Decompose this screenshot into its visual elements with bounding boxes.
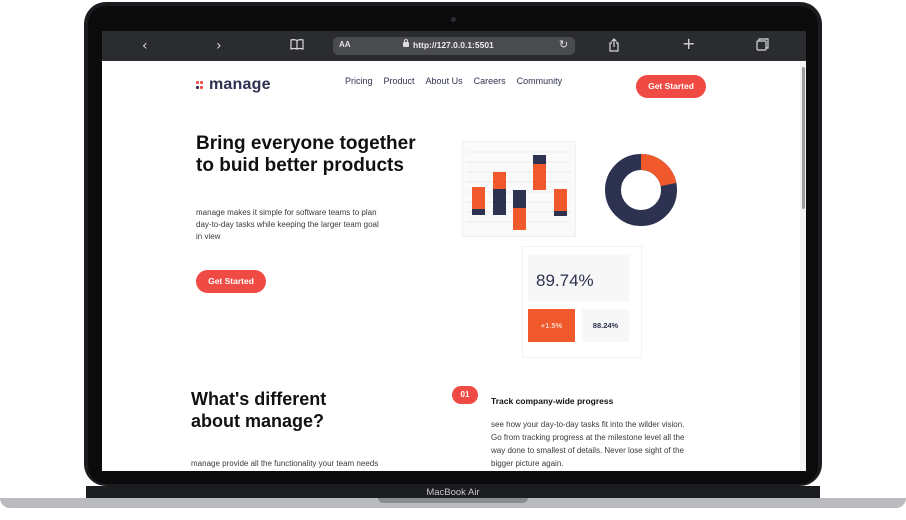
diff-title-line1: What's different <box>191 389 327 409</box>
stat-percentage: 89.74% <box>536 271 594 290</box>
hero-desc-line2: day-to-day tasks while keeping the large… <box>196 220 379 229</box>
device-label: MacBook Air <box>426 487 480 498</box>
nav-careers[interactable]: Careers <box>474 76 506 86</box>
illustration-bar-graphic <box>467 151 571 230</box>
scrollbar-thumb[interactable] <box>802 67 805 209</box>
back-icon[interactable]: ‹ <box>142 38 148 54</box>
stat-secondary: 88.24% <box>582 309 629 342</box>
hero-title-line1: Bring everyone together <box>196 133 416 154</box>
stat-change: +1.5% <box>528 309 575 342</box>
laptop-base: MacBook Air <box>0 486 906 520</box>
web-page: manage Pricing Product About Us Careers … <box>102 61 806 471</box>
forward-icon[interactable]: › <box>216 38 222 54</box>
hero-desc-line1: manage makes it simple for software team… <box>196 208 377 217</box>
feature-desc-line2: Go from tracking progress at the milesto… <box>491 433 685 442</box>
illustration-bar-card <box>462 141 576 237</box>
lock-icon <box>403 39 409 47</box>
new-tab-icon[interactable]: + <box>682 36 695 52</box>
hero-desc-line3: in view <box>196 232 221 241</box>
nav-about-us[interactable]: About Us <box>426 76 463 86</box>
tabs-overview-icon[interactable] <box>756 38 769 55</box>
hero-get-started-button[interactable]: Get Started <box>196 270 266 293</box>
logo-mark-icon <box>196 80 203 90</box>
laptop-opening-notch <box>378 498 528 503</box>
hero-title: Bring everyone together to buid better p… <box>196 133 446 177</box>
hero-title-line2: to buid better products <box>196 155 404 176</box>
site-logo[interactable]: manage <box>196 76 271 94</box>
diff-description: manage provide all the functionality you… <box>191 459 379 468</box>
main-nav: Pricing Product About Us Careers Communi… <box>345 76 562 86</box>
share-icon[interactable] <box>608 38 620 56</box>
reader-aa-button[interactable]: AA <box>339 40 351 49</box>
screen: ‹ › AA http://127.0.0.1:5501 ↻ + manage … <box>102 31 806 471</box>
diff-title-line2: about manage? <box>191 411 325 431</box>
url-text: http://127.0.0.1:5501 <box>413 40 494 50</box>
logo-text: manage <box>209 76 271 93</box>
feature-desc-line4: bigger picture again. <box>491 459 564 468</box>
reload-icon[interactable]: ↻ <box>559 38 568 51</box>
feature-title: Track company-wide progress <box>491 396 614 406</box>
feature-number-badge: 01 <box>452 386 478 404</box>
illustration-donut-graphic <box>605 153 677 226</box>
bookmarks-icon[interactable] <box>290 38 304 55</box>
browser-toolbar: ‹ › AA http://127.0.0.1:5501 ↻ + <box>102 31 806 61</box>
feature-desc-line1: see how your day-to-day tasks fit into t… <box>491 420 685 429</box>
nav-community[interactable]: Community <box>517 76 563 86</box>
diff-section-title: What's different about manage? <box>191 388 391 432</box>
header-get-started-button[interactable]: Get Started <box>636 75 706 98</box>
camera-dot <box>451 17 456 22</box>
nav-product[interactable]: Product <box>384 76 415 86</box>
feature-desc-line3: way done to smallest of details. Never l… <box>491 446 684 455</box>
nav-pricing[interactable]: Pricing <box>345 76 373 86</box>
address-bar[interactable]: AA http://127.0.0.1:5501 ↻ <box>333 37 575 55</box>
hero-description: manage makes it simple for software team… <box>196 207 416 243</box>
feature-description: see how your day-to-day tasks fit into t… <box>491 418 709 470</box>
illustration-donut-card <box>585 141 698 235</box>
